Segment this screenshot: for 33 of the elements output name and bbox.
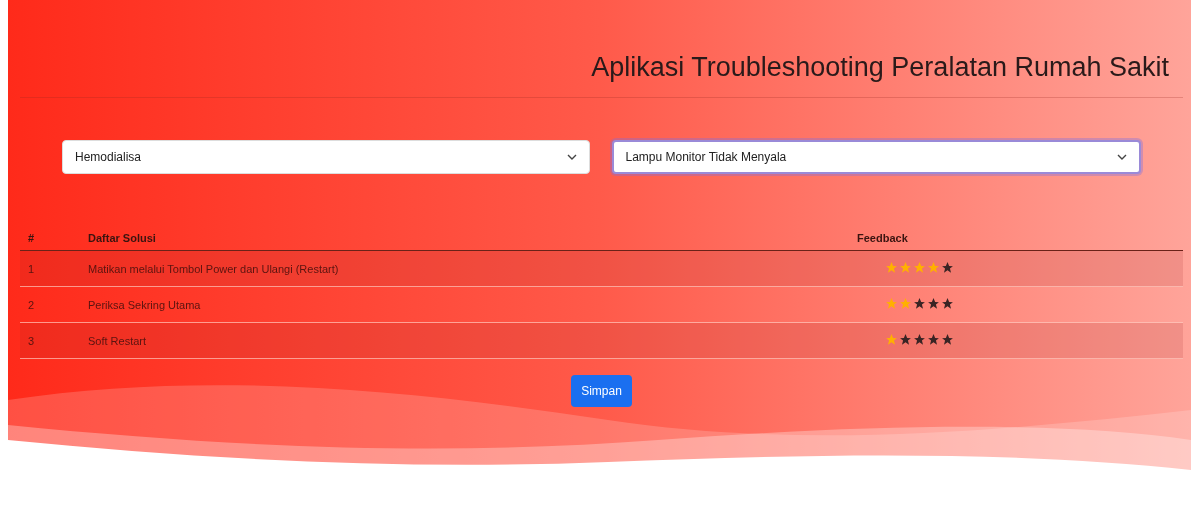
star-icon[interactable] <box>885 297 898 310</box>
column-header: # <box>28 232 35 244</box>
save-button[interactable]: Simpan <box>571 375 632 407</box>
column-header: Daftar Solusi <box>88 232 156 244</box>
solution-text: Matikan melalui Tombol Power dan Ulangi (Restart) <box>88 262 339 275</box>
column-header: Feedback <box>857 232 908 244</box>
star-icon[interactable] <box>913 333 926 346</box>
solution-text: Soft Restart <box>88 334 147 347</box>
row-number: 3 <box>28 334 35 347</box>
row-number: 1 <box>28 262 35 275</box>
star-icon[interactable] <box>885 261 898 274</box>
row-number: 2 <box>28 298 35 311</box>
star-rating[interactable] <box>885 297 954 310</box>
star-icon[interactable] <box>899 297 912 310</box>
solution-text: Periksa Sekring Utama <box>88 298 201 311</box>
star-icon[interactable] <box>899 333 912 346</box>
star-icon[interactable] <box>899 261 912 274</box>
star-icon[interactable] <box>885 333 898 346</box>
star-icon[interactable] <box>941 261 954 274</box>
star-icon[interactable] <box>927 297 940 310</box>
star-rating[interactable] <box>885 333 954 346</box>
chevron-icon <box>1117 154 1127 160</box>
star-rating[interactable] <box>885 261 954 274</box>
dropdown-select[interactable]: Hemodialisa <box>62 140 590 174</box>
star-icon[interactable] <box>927 261 940 274</box>
star-icon[interactable] <box>913 261 926 274</box>
chevron-icon <box>566 154 577 160</box>
page-title: Aplikasi Troubleshooting Peralatan Rumah Sakit <box>20 0 1183 98</box>
star-icon[interactable] <box>941 297 954 310</box>
star-icon[interactable] <box>927 333 940 346</box>
dropdown-select[interactable]: Lampu Monitor Tidak Menyala <box>611 140 1141 174</box>
star-icon[interactable] <box>913 297 926 310</box>
star-icon[interactable] <box>941 333 954 346</box>
